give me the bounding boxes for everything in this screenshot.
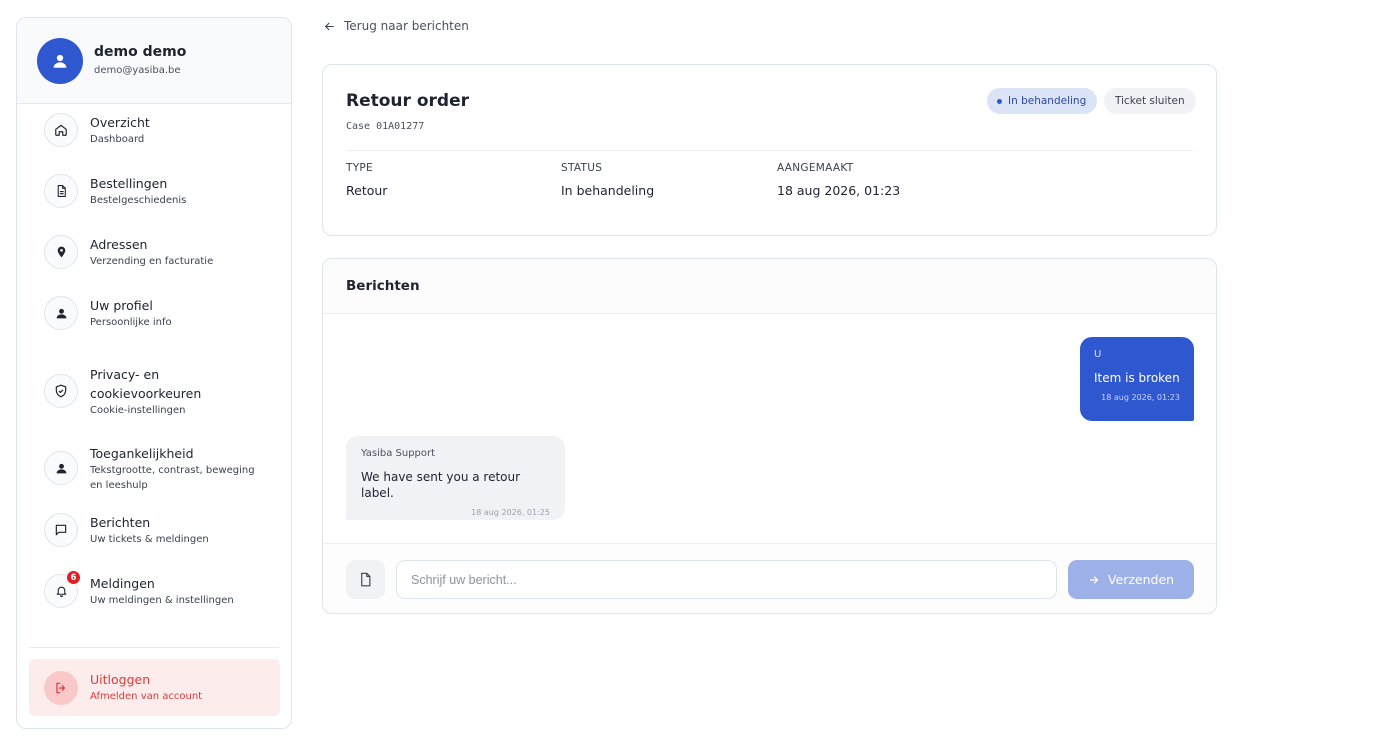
sidebar-item-sublabel: Uw tickets & meldingen — [90, 534, 209, 545]
status-badge: In behandeling — [987, 88, 1098, 114]
message-text: We have sent you a retour label. — [361, 470, 521, 500]
meta-status: STATUS In behandeling — [561, 161, 654, 199]
back-link-label: Terug naar berichten — [344, 19, 469, 33]
ticket-title: Retour order — [346, 91, 469, 111]
sidebar-item-label: Uw profiel — [90, 298, 153, 313]
sidebar-item-sublabel: Tekstgrootte, contrast, beweging — [90, 464, 255, 476]
accessibility-person-icon — [44, 451, 78, 485]
home-icon — [44, 113, 78, 147]
messages-header: Berichten — [323, 259, 1216, 314]
location-pin-icon — [44, 235, 78, 269]
logout-icon — [44, 670, 78, 705]
back-to-messages-link[interactable]: Terug naar berichten — [323, 18, 469, 34]
sidebar-item-label: Adressen — [90, 237, 148, 252]
logout-button[interactable]: Uitloggen Afmelden van account — [29, 659, 280, 716]
meta-value: Retour — [346, 183, 388, 198]
sidebar-nav: Overzicht Dashboard Bestellingen Bestelg… — [17, 104, 291, 635]
sidebar-item-addresses[interactable]: Adressen Verzending en facturatie — [17, 235, 291, 296]
ticket-case-number: Case 01A01277 — [346, 121, 425, 132]
sidebar-item-label: Toegankelijkheid — [90, 445, 194, 461]
sidebar-item-sublabel: Verzending en facturatie — [90, 256, 214, 267]
meta-label: STATUS — [561, 162, 603, 174]
user-header: demo demo demo@yasiba.be — [17, 18, 291, 104]
logout-sublabel: Afmelden van account — [90, 691, 203, 702]
send-button[interactable]: Verzenden — [1068, 560, 1194, 599]
bell-icon: 6 — [44, 570, 81, 608]
sidebar-item-label: Berichten — [90, 515, 151, 530]
shield-check-icon — [44, 374, 78, 408]
sidebar-item-label: Overzicht — [90, 115, 150, 130]
arrow-left-icon — [325, 22, 334, 30]
user-email: demo@yasiba.be — [94, 65, 181, 76]
sidebar-item-sublabel: Dashboard — [90, 134, 145, 145]
sidebar-item-privacy[interactable]: Privacy- en cookievoorkeuren Cookie-inst… — [17, 357, 291, 437]
send-button-label: Verzenden — [1107, 572, 1175, 587]
sidebar-item-overview[interactable]: Overzicht Dashboard — [17, 113, 291, 174]
sidebar-item-label-line2: cookievoorkeuren — [90, 385, 202, 401]
meta-label: AANGEMAAKT — [777, 162, 854, 174]
chat-bubble-icon — [44, 513, 78, 547]
account-sidebar: demo demo demo@yasiba.be Overzicht Dashb… — [16, 17, 292, 729]
meta-type: TYPE Retour — [346, 161, 387, 199]
attach-file-button[interactable] — [346, 560, 385, 599]
message-sender: Yasiba Support — [361, 448, 436, 459]
messages-title: Berichten — [346, 278, 420, 294]
outgoing-message: U Item is broken 18 aug 2026, 01:23 — [1080, 337, 1194, 421]
sidebar-item-accessibility[interactable]: Toegankelijkheid Tekstgrootte, contrast,… — [17, 437, 291, 513]
ticket-details-card: Retour order Case 01A01277 In behandelin… — [322, 64, 1217, 236]
meta-value: 18 aug 2026, 01:23 — [777, 183, 901, 198]
user-icon — [44, 296, 78, 330]
sidebar-item-label: Bestellingen — [90, 176, 168, 191]
user-name: demo demo — [94, 44, 187, 60]
sidebar-item-sublabel: Uw meldingen & instellingen — [90, 595, 234, 606]
close-ticket-button[interactable]: Ticket sluiten — [1104, 88, 1196, 114]
logout-label: Uitloggen — [90, 672, 151, 687]
ticket-divider — [346, 150, 1193, 151]
user-avatar-icon — [37, 37, 83, 84]
sidebar-item-messages[interactable]: Berichten Uw tickets & meldingen — [17, 513, 291, 574]
status-dot-icon — [997, 98, 1002, 104]
sidebar-item-orders[interactable]: Bestellingen Bestelgeschiedenis — [17, 174, 291, 235]
sidebar-item-label: Privacy- en — [90, 366, 160, 382]
sidebar-item-sublabel-line2: en leeshulp — [90, 479, 148, 491]
message-text: Item is broken — [1094, 371, 1180, 385]
meta-label: TYPE — [346, 162, 373, 174]
arrow-right-icon — [1089, 575, 1099, 584]
sidebar-item-label: Meldingen — [90, 576, 155, 591]
incoming-message: Yasiba Support We have sent you a retour… — [346, 436, 565, 520]
sidebar-item-sublabel: Persoonlijke info — [90, 317, 172, 328]
sidebar-item-sublabel: Bestelgeschiedenis — [90, 195, 187, 206]
file-icon — [361, 572, 371, 587]
notification-count-badge: 6 — [66, 570, 81, 585]
status-badge-label: In behandeling — [1008, 95, 1087, 107]
document-icon — [44, 174, 78, 208]
message-timestamp: 18 aug 2026, 01:25 — [471, 508, 550, 517]
message-composer: Verzenden — [323, 543, 1216, 613]
sidebar-item-notifications[interactable]: 6 Meldingen Uw meldingen & instellingen — [17, 570, 291, 635]
sidebar-divider — [29, 647, 279, 648]
meta-value: In behandeling — [561, 183, 655, 198]
message-timestamp: 18 aug 2026, 01:23 — [1101, 393, 1180, 402]
meta-created: AANGEMAAKT 18 aug 2026, 01:23 — [777, 161, 900, 199]
sidebar-item-profile[interactable]: Uw profiel Persoonlijke info — [17, 296, 291, 357]
sidebar-item-sublabel: Cookie-instellingen — [90, 404, 186, 416]
message-sender: U — [1094, 349, 1102, 360]
messages-card: Berichten U Item is broken 18 aug 2026, … — [322, 258, 1217, 614]
message-input[interactable] — [396, 560, 1057, 599]
